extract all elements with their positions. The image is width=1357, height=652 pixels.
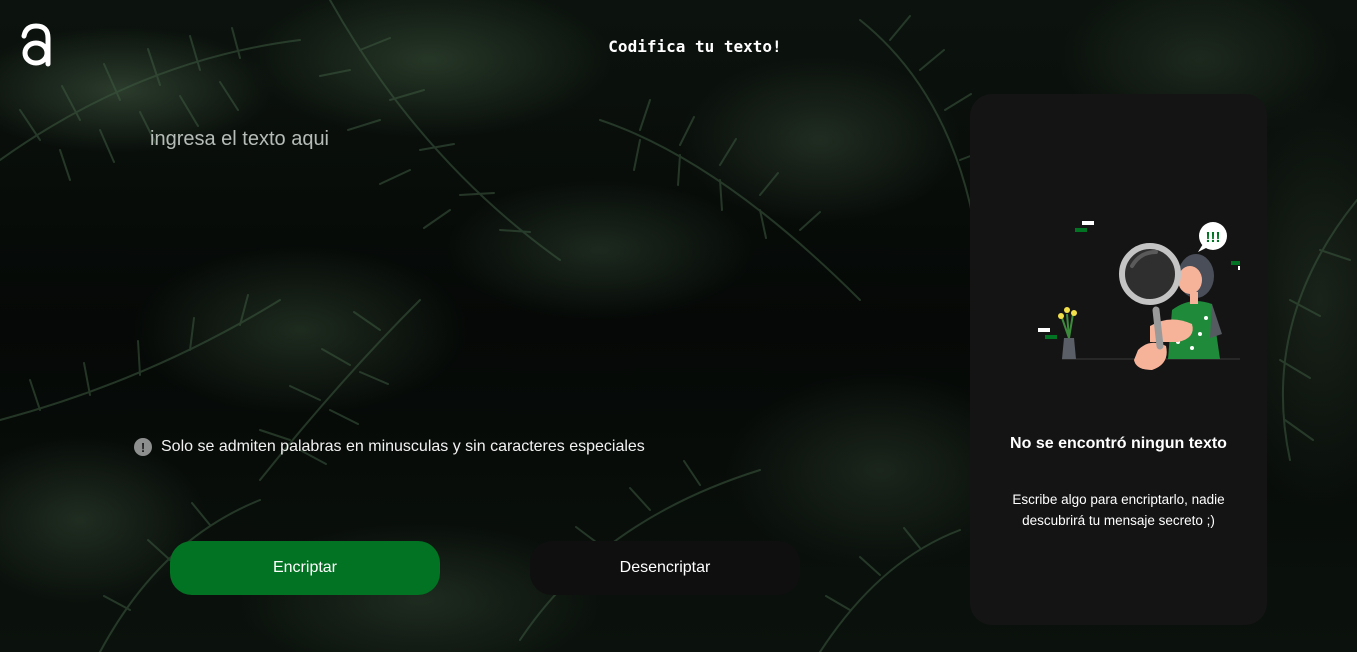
woman-with-magnifying-glass-illustration: !!! [1038, 221, 1240, 370]
svg-text:!!!: !!! [1206, 229, 1221, 246]
page-title: Codifica tu texto! [608, 37, 782, 56]
exclamation-circle-icon: ! [134, 438, 152, 456]
empty-state-title: No se encontró ningun texto [1010, 435, 1227, 452]
encrypt-button[interactable]: Encriptar [170, 541, 440, 595]
input-hint: ! Solo se admiten palabras en minusculas… [134, 438, 645, 456]
empty-state-description: Escribe algo para encriptarlo, nadie des… [1012, 492, 1225, 528]
message-input[interactable] [150, 122, 910, 414]
output-panel: !!! No se encontró ningun texto Escribe … [970, 94, 1267, 625]
hint-text: Solo se admiten palabras en minusculas y… [161, 438, 645, 455]
decrypt-button[interactable]: Desencriptar [530, 541, 800, 595]
